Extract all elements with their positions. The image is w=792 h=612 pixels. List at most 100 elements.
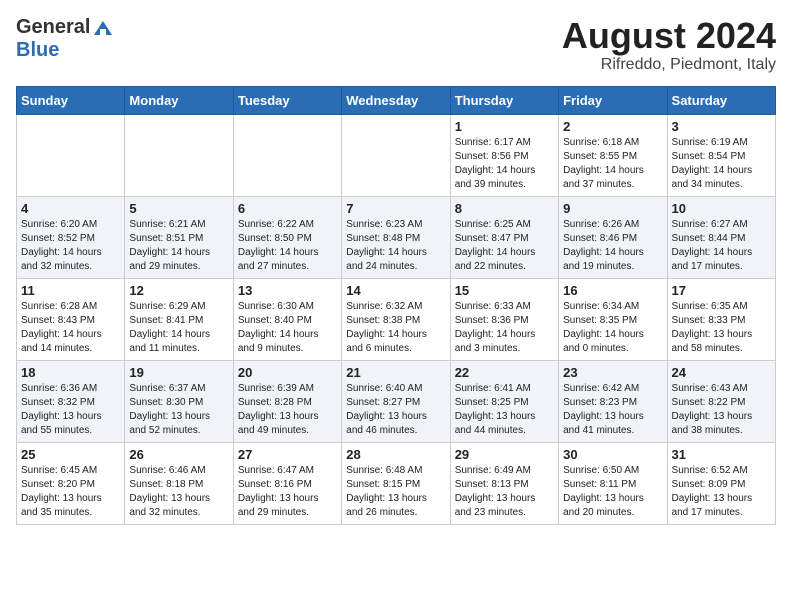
day-number: 29 — [455, 447, 554, 462]
day-cell: 26 Sunrise: 6:46 AM Sunset: 8:18 PM Dayli… — [125, 442, 233, 524]
day-cell: 7 Sunrise: 6:23 AM Sunset: 8:48 PM Daylig… — [342, 196, 450, 278]
day-info: Sunrise: 6:19 AM Sunset: 8:54 PM Dayligh… — [672, 136, 771, 192]
day-cell: 24Sunrise: 6:43 AM Sunset: 8:22 PM Dayli… — [667, 360, 775, 442]
week-row-2: 4 Sunrise: 6:20 AM Sunset: 8:52 PM Daylig… — [17, 196, 776, 278]
day-info: Sunrise: 6:50 AM Sunset: 8:11 PM Dayligh… — [563, 464, 662, 520]
day-cell: 25 Sunrise: 6:45 AM Sunset: 8:20 PM Dayli… — [17, 442, 125, 524]
col-friday: Friday — [559, 86, 667, 114]
col-tuesday: Tuesday — [233, 86, 341, 114]
col-thursday: Thursday — [450, 86, 558, 114]
week-row-5: 25 Sunrise: 6:45 AM Sunset: 8:20 PM Dayli… — [17, 442, 776, 524]
logo-icon — [92, 17, 114, 39]
day-info: Sunrise: 6:21 AM Sunset: 8:51 PM Dayligh… — [129, 218, 228, 274]
day-cell: 21 Sunrise: 6:40 AM Sunset: 8:27 PM Dayli… — [342, 360, 450, 442]
day-number: 3 — [672, 119, 771, 134]
col-sunday: Sunday — [17, 86, 125, 114]
day-number: 13 — [238, 283, 337, 298]
day-cell: 28 Sunrise: 6:48 AM Sunset: 8:15 PM Dayli… — [342, 442, 450, 524]
day-info: Sunrise: 6:46 AM Sunset: 8:18 PM Dayligh… — [129, 464, 228, 520]
day-number: 19 — [129, 365, 228, 380]
title-block: August 2024 Rifreddo, Piedmont, Italy — [562, 16, 776, 74]
day-cell: 12Sunrise: 6:29 AM Sunset: 8:41 PM Dayli… — [125, 278, 233, 360]
day-cell: 2 Sunrise: 6:18 AM Sunset: 8:55 PM Daylig… — [559, 114, 667, 196]
week-row-1: 1Sunrise: 6:17 AM Sunset: 8:56 PM Daylig… — [17, 114, 776, 196]
col-wednesday: Wednesday — [342, 86, 450, 114]
day-cell — [233, 114, 341, 196]
main-container: General Blue August 2024 Rifreddo, Piedm… — [0, 0, 792, 533]
day-info: Sunrise: 6:33 AM Sunset: 8:36 PM Dayligh… — [455, 300, 554, 356]
header: General Blue August 2024 Rifreddo, Piedm… — [16, 16, 776, 74]
day-cell: 11Sunrise: 6:28 AM Sunset: 8:43 PM Dayli… — [17, 278, 125, 360]
day-number: 26 — [129, 447, 228, 462]
day-number: 2 — [563, 119, 662, 134]
day-info: Sunrise: 6:49 AM Sunset: 8:13 PM Dayligh… — [455, 464, 554, 520]
day-info: Sunrise: 6:30 AM Sunset: 8:40 PM Dayligh… — [238, 300, 337, 356]
day-number: 30 — [563, 447, 662, 462]
day-cell: 17 Sunrise: 6:35 AM Sunset: 8:33 PM Dayli… — [667, 278, 775, 360]
day-cell — [17, 114, 125, 196]
day-cell: 31Sunrise: 6:52 AM Sunset: 8:09 PM Dayli… — [667, 442, 775, 524]
day-info: Sunrise: 6:37 AM Sunset: 8:30 PM Dayligh… — [129, 382, 228, 438]
day-number: 10 — [672, 201, 771, 216]
day-cell: 29 Sunrise: 6:49 AM Sunset: 8:13 PM Dayli… — [450, 442, 558, 524]
day-cell: 14 Sunrise: 6:32 AM Sunset: 8:38 PM Dayli… — [342, 278, 450, 360]
day-number: 25 — [21, 447, 120, 462]
day-number: 9 — [563, 201, 662, 216]
day-cell: 18 Sunrise: 6:36 AM Sunset: 8:32 PM Dayli… — [17, 360, 125, 442]
day-info: Sunrise: 6:20 AM Sunset: 8:52 PM Dayligh… — [21, 218, 120, 274]
day-cell: 5Sunrise: 6:21 AM Sunset: 8:51 PM Daylig… — [125, 196, 233, 278]
day-number: 28 — [346, 447, 445, 462]
day-cell — [125, 114, 233, 196]
day-info: Sunrise: 6:42 AM Sunset: 8:23 PM Dayligh… — [563, 382, 662, 438]
day-cell: 19 Sunrise: 6:37 AM Sunset: 8:30 PM Dayli… — [125, 360, 233, 442]
day-number: 12 — [129, 283, 228, 298]
day-cell: 9Sunrise: 6:26 AM Sunset: 8:46 PM Daylig… — [559, 196, 667, 278]
day-info: Sunrise: 6:27 AM Sunset: 8:44 PM Dayligh… — [672, 218, 771, 274]
day-number: 16 — [563, 283, 662, 298]
day-number: 11 — [21, 283, 120, 298]
day-number: 7 — [346, 201, 445, 216]
day-info: Sunrise: 6:47 AM Sunset: 8:16 PM Dayligh… — [238, 464, 337, 520]
day-info: Sunrise: 6:35 AM Sunset: 8:33 PM Dayligh… — [672, 300, 771, 356]
day-info: Sunrise: 6:18 AM Sunset: 8:55 PM Dayligh… — [563, 136, 662, 192]
day-info: Sunrise: 6:32 AM Sunset: 8:38 PM Dayligh… — [346, 300, 445, 356]
day-cell: 13 Sunrise: 6:30 AM Sunset: 8:40 PM Dayli… — [233, 278, 341, 360]
col-monday: Monday — [125, 86, 233, 114]
day-cell: 16 Sunrise: 6:34 AM Sunset: 8:35 PM Dayli… — [559, 278, 667, 360]
day-info: Sunrise: 6:17 AM Sunset: 8:56 PM Dayligh… — [455, 136, 554, 192]
calendar-subtitle: Rifreddo, Piedmont, Italy — [562, 56, 776, 74]
logo: General Blue — [16, 16, 114, 62]
calendar-table: Sunday Monday Tuesday Wednesday Thursday… — [16, 86, 776, 525]
day-info: Sunrise: 6:36 AM Sunset: 8:32 PM Dayligh… — [21, 382, 120, 438]
day-info: Sunrise: 6:45 AM Sunset: 8:20 PM Dayligh… — [21, 464, 120, 520]
day-info: Sunrise: 6:39 AM Sunset: 8:28 PM Dayligh… — [238, 382, 337, 438]
day-number: 27 — [238, 447, 337, 462]
day-info: Sunrise: 6:25 AM Sunset: 8:47 PM Dayligh… — [455, 218, 554, 274]
day-info: Sunrise: 6:34 AM Sunset: 8:35 PM Dayligh… — [563, 300, 662, 356]
day-number: 14 — [346, 283, 445, 298]
day-info: Sunrise: 6:23 AM Sunset: 8:48 PM Dayligh… — [346, 218, 445, 274]
day-info: Sunrise: 6:52 AM Sunset: 8:09 PM Dayligh… — [672, 464, 771, 520]
day-number: 4 — [21, 201, 120, 216]
day-cell: 3 Sunrise: 6:19 AM Sunset: 8:54 PM Daylig… — [667, 114, 775, 196]
day-cell: 30 Sunrise: 6:50 AM Sunset: 8:11 PM Dayli… — [559, 442, 667, 524]
week-row-4: 18 Sunrise: 6:36 AM Sunset: 8:32 PM Dayli… — [17, 360, 776, 442]
day-number: 23 — [563, 365, 662, 380]
day-number: 21 — [346, 365, 445, 380]
day-number: 18 — [21, 365, 120, 380]
day-info: Sunrise: 6:22 AM Sunset: 8:50 PM Dayligh… — [238, 218, 337, 274]
calendar-title: August 2024 — [562, 16, 776, 56]
day-number: 17 — [672, 283, 771, 298]
day-info: Sunrise: 6:40 AM Sunset: 8:27 PM Dayligh… — [346, 382, 445, 438]
day-number: 8 — [455, 201, 554, 216]
day-number: 6 — [238, 201, 337, 216]
day-number: 22 — [455, 365, 554, 380]
day-cell: 23 Sunrise: 6:42 AM Sunset: 8:23 PM Dayli… — [559, 360, 667, 442]
day-info: Sunrise: 6:48 AM Sunset: 8:15 PM Dayligh… — [346, 464, 445, 520]
day-cell: 15 Sunrise: 6:33 AM Sunset: 8:36 PM Dayli… — [450, 278, 558, 360]
day-number: 24 — [672, 365, 771, 380]
day-cell: 4 Sunrise: 6:20 AM Sunset: 8:52 PM Daylig… — [17, 196, 125, 278]
day-number: 15 — [455, 283, 554, 298]
day-cell: 6 Sunrise: 6:22 AM Sunset: 8:50 PM Daylig… — [233, 196, 341, 278]
day-cell: 1Sunrise: 6:17 AM Sunset: 8:56 PM Daylig… — [450, 114, 558, 196]
